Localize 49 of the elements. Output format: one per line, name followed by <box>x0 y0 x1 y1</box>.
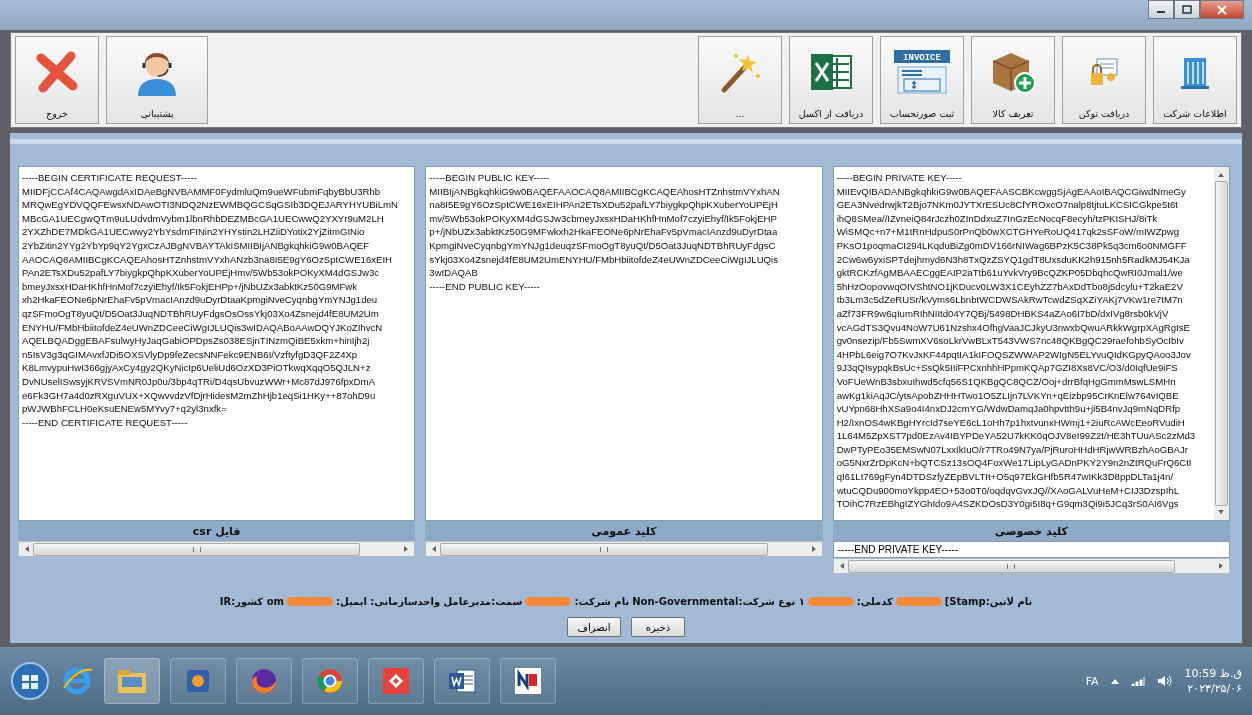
horizontal-scrollbar[interactable] <box>425 541 823 557</box>
panel-label: کلید عمومی <box>425 521 823 541</box>
document-icon[interactable] <box>434 658 490 704</box>
clock-time[interactable]: 10:59 ق.ظ <box>1184 666 1242 681</box>
close-icon <box>35 50 79 94</box>
browser-icon[interactable] <box>236 658 292 704</box>
text-area[interactable]: -----BEGIN PRIVATE KEY----- MIIEvQIBADANBgkqhkiG9w0BAQEFAASCBKcwggSjAgEAAoIBAQCGiwdNmeGy GEA3NvedrwjkT2Bjo7NKm0JYTXrESUc8CfYROxcO7nalp8tjtuLKCSICGkpe5t6t ihQ8SMea//IZvneiQ84rJczh0ZInDdxuZ7InGzEcNocqF8ecyh/tzPKISHJ/8iTk WiSMQc+n7+M1tRnHdpuS0rPnQb0wXCTGHYeRoUQ417qk2sSFoW/mIWZpwg PKsO1poqmaCI294LKqduBiZg0mDV166rNIWag6BPzK5C38Pk5q3cm6o0NMGFF 2Cw6w6yxiSPTdejhmyd6N3h8TxQzZSYQ1gdT8UxsduKK2h915nh5RadkMJ54KJa gktRCKzfAgMBAAECggEAIP2aTtb61uYvkVry9BcQZKP05DbqhcQwRI0Jmal1/we 5hHzOopovwqOIVShtNO1jKDucv0LW3X1CEyhZZ7bAxDdTbo8j5dcylu+T2kaE2V tb3Lm3c5dZeRUSr/kVyms6LbnbtWCDWSAkRwTcwdZSqXZiYAKj7VKw1re7tM7n aZf73FR9w6qIumRIhNIItd04Y7QBj/5498DHBKS4aZAo6I7bD/dxIVg8rsb0kVjV vcAGdTS3Qvu4NoW7U61Nzshx4OfhgVaaJCJkyU3nwxbQwuARkkWgrpXAgRgIsE gv0nsezip/Fb5SwmXV6soLkrVwBLxT543VWS7nc48QKBgQC29raefohbSyOcIbIv 4HPbL6eig7O7KvJxKF44pqtIA1kIFOQSZWWAP2WIgN5ELYvuQIdKGpyQAoo3Jov 9J3qQIsypqkBsUc+SsQk5IIiFPCxnhhHPpmKQAp7GZI8Xs8VC/O3/d0IqfUe9iFS VoFUeWnB3sbxuIhwd5cfq56S1QKBgQC8QCZ/Ooj+drrBfqHgGmmMswLSMHn awKg1kiAqJC/ytsApobZHHHTwo1O5ZLIjn7LVKYn+qEizbp95CrKnElw764vIQBE vUYpn68HhXSa9o4I4nxDJ2cmYG/WdwDamqJa0hpvtth9u+ji5B4nvJq9mNqDRfp H2/IxnOS4wKBgHYrcId7seYE6cL1oHh7p1hxtvunxHWmj1+2iuRcAWcEeoRVudiH 1L64M5ZpXST7pd0EzAv4IBYPDeYA52U7kKK0qOJV8eI99Z2t/HE3hTUuASc2zMd3 DwPTyPEo35EMSwN07LxxIkIuO/r7TRo49N7ya/PjRuroHHdHRjwWRBzhAoGBAJr oG5NxrZrDpKcN+bQTCSz13sOQ4FoxWe17LipLyGADnPKY2Y9n2nZtRQuFrQ6CtI qI61Lt769gFyn4DTDSzfyZEpBVLTIt+O5q97EkGHfb5R47wIKk3D8ppDLTa1j4n/ wtuCQDu900moYkpp4EO+53o0T0/oqdqvGvxJQ//XAoGALVuHeM+CIJ3DzspIhL TOihC7RzEBhgIZYGhIdo9A4SZKDOsD3Y0gi5I8q+G9qm3Qi9i5JCq3rS0AI6Vgs <box>832 166 1230 521</box>
signal-icon[interactable] <box>1130 676 1145 686</box>
maximize-icon <box>1182 5 1192 14</box>
remote-desktop-icon[interactable] <box>368 658 424 704</box>
close-button[interactable] <box>1200 0 1244 19</box>
horizontal-scrollbar[interactable] <box>18 541 416 557</box>
horizontal-scrollbar[interactable] <box>832 558 1230 574</box>
panel-label: کلید خصوصی <box>832 521 1230 541</box>
clock-date[interactable]: ۲۰۲۳/۲۵/۰۶ <box>1187 681 1242 696</box>
toolbar-button[interactable]: دریافت از اکسل <box>789 36 873 124</box>
redaction-mark <box>525 597 572 606</box>
info-text: نام لاتین:Stamp] <box>944 596 1033 607</box>
panel-label: csr فایل <box>18 521 416 541</box>
media-player-icon[interactable] <box>170 658 226 704</box>
close-icon <box>1217 4 1227 15</box>
caret-up-icon[interactable] <box>1110 678 1119 684</box>
info-text: om کشور:IR <box>219 596 284 607</box>
action-button[interactable]: انصراف <box>567 617 621 637</box>
toolbar-button[interactable]: پشتیبانی <box>106 36 208 124</box>
vertical-scrollbar[interactable] <box>1214 167 1229 520</box>
start-button[interactable] <box>10 661 50 701</box>
info-text: نام شرکت: <box>574 596 630 607</box>
info-text: ۱ نوع شرکت:Non-Governmental <box>632 596 805 607</box>
redaction-mark <box>807 597 854 606</box>
redaction-mark <box>286 597 333 606</box>
text-area[interactable]: -----BEGIN PUBLIC KEY----- MIIBIjANBgkqhkiG9w0BAQEFAAOCAQ8AMIIBCgKCAQEAhosHTZnhstmVYxhAN na8I5E9gY6OzSptCWE16xEIHPAn2ETsXDu52pafLY7biygkpQhpKXuberYoUPEjH mv/5Wb53okPOKyXM4dGSJw3cbmeyJxsxHDaHKhfHnMof7czyiEhyf/Ik5FokjEHP p+/jNbUZx3abktKz50G9MFwkxh2HkaFEONe6pNrEhaFv5pVmacIAnzd9uDyrDtaa KpmgiNveCyqnbgYmYNJg1deuqzSFmoOgT8yuQt/D5Oat3JuqNDTBhRUyFdgsC sYkj03Xo4Zsnejd4fE8UM2UmENYHU/FMbHbiitofdeZ4eUWnZDCeeCiWgIJLUQis 3wIDAQAB -----END PUBLIC KEY----- <box>425 166 823 521</box>
toolbar-button[interactable]: دریافت توکن <box>1062 36 1146 124</box>
redaction-mark <box>895 597 942 606</box>
toolbar-button[interactable]: اطلاعات شرکت <box>1153 36 1237 124</box>
info-text: سمت:مدیرعامل واحدسازمانی: ایمیل: <box>335 596 523 607</box>
browser-icon[interactable] <box>302 658 358 704</box>
text-field[interactable]: -----END PRIVATE KEY----- <box>832 541 1230 558</box>
toolbar-button[interactable]: ... <box>698 36 782 124</box>
toolbar-button[interactable]: خروج <box>15 36 99 124</box>
info-text: کدملی: <box>856 596 893 607</box>
text-area[interactable]: -----BEGIN CERTIFICATE REQUEST----- MIIDFjCCAf4CAQAwgdAxIDAeBgNVBAMMF0FydmluQm9ueWFubmFqbyBbU3Rhb MRQwEgYDVQQFEwsxNDAwOTI3NDQ2NzEWMBQGCSqGSIb3DQEJARYHYUBiLmN MBcGA1UECgwQTm9uLUdvdmVybm1lbnRhbDEZMBcGA1UECwwQ2YXYr9uM2LH 2YXZhDE7MDkGA1UECwwy2YbYsdmFINin2YHYstin2LHZiiDYotix2YjZitmGINio 2YbZitin2YYg2YbYp9qY2YgxCzAJBgNVBAYTAkISMIIBIjANBgkqhkiG9w0BAQEF AAOCAQ8AMIIBCgKCAQEAhosHTZnhstmVYxhANzb3na8I5E9gY6OzSptCWE16xEIH PAn2ETsXDu52pafLY7biygkpQhpKXuberYoUPEjHmv/5Wb53okPOKyXM4dGSJw3c bmeyJxsxHDaHKhfHnMof7czyiEhyf/Ik5FokjEHPp+/jNbUZx3abktKz50G9MFwk xh2HkaFEONe6pNrEhaFv5pVmacIAnzd9uDyrDtaaKpmgiNveCyqnbgYmYNJg1deu qzSFmoOgT8yuQt/D5Oat3JuqNDTBhRUyFdgsOsOssYkj03Xo4Zsnejd4fE8UM2Um ENYHU/FMbHbiitofdeZ4eUWnZDCeeCiWgIJLUQis3wIDAQABoAAwDQYJKoZIhvcN AQELBQADggEBAFsulwyHyJaqGabiOPDpsZs038ESjnTINzmQiBE5xkm+hinIjh2j n5IsV3g3qGIMAvxfJDi5OXSVlyDp9feZecsNNFekc9ENB6I/VzftyfgD3QF2Z4Xp K8LmvypuHwI366gjyAxCy4gy2QKyNicIp6UeliUd6OzXD3PiOTkwqXqqO5QJLN+z DvNUselISwsyjKRVSVmNR0Jp0u/3bp4qTRi/D4qsUbvuzWWr+Mc87dJ976fpxDmA e6Fk3GH7a4d0zRXguVUX+XQwvvdzVfDjrHidesM2mZhHjb1eqSi1HKy++87ohD9u pWJWBhFCLH0eKsuENEw5MYvy7+q2yl3nxfk= -----END CERTIFICATE REQUEST----- <box>18 166 416 521</box>
action-button[interactable]: ذخیره <box>631 617 685 637</box>
language-indicator[interactable]: FA <box>1085 674 1099 688</box>
minimize-button[interactable] <box>1148 0 1174 19</box>
app-logo-icon[interactable] <box>500 658 556 704</box>
maximize-button[interactable] <box>1174 0 1200 19</box>
toolbar-button[interactable]: تعریف کالا <box>971 36 1055 124</box>
speaker-icon[interactable] <box>1156 675 1173 687</box>
